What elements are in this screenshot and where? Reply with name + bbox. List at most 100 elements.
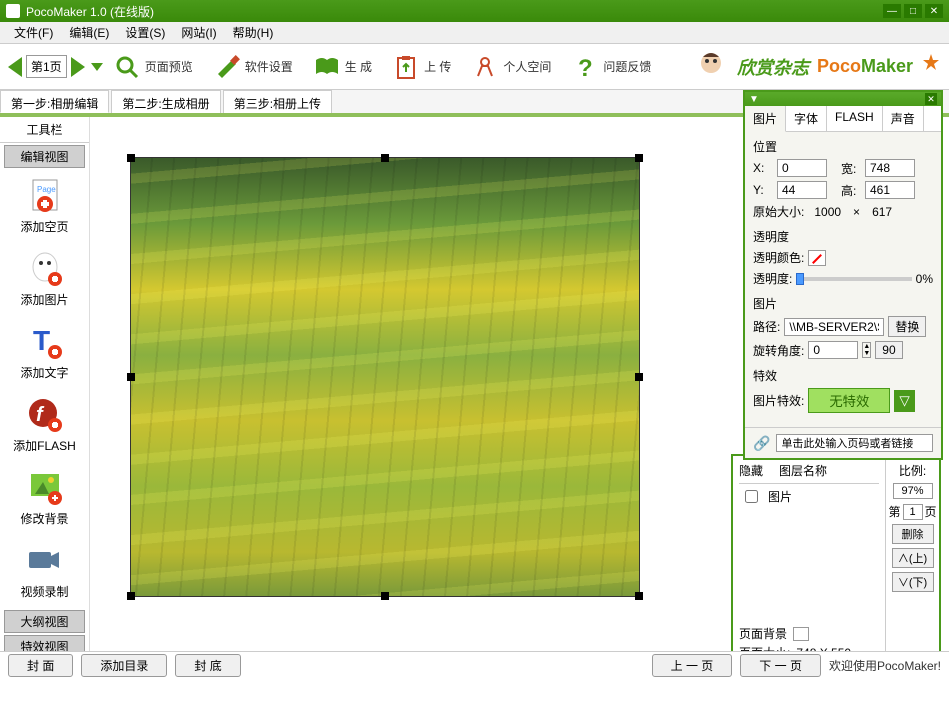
next-page-arrow-icon[interactable] [71,57,85,77]
sidebar-item-change-bg[interactable]: 修改背景 [0,462,89,535]
landscape-photo [131,158,639,596]
resize-handle-tm[interactable] [381,154,389,162]
sidebar-item-add-flash[interactable]: f 添加FLASH [0,389,89,462]
page-dropdown-icon[interactable] [91,63,103,71]
move-down-button[interactable]: ∨(下) [892,572,934,592]
layers-header: 隐藏 图层名称 [739,462,879,484]
props-close-button[interactable]: ✕ [925,93,937,105]
sidebar-item-add-text[interactable]: T 添加文字 [0,316,89,389]
sidebar-tab-outline-view[interactable]: 大纲视图 [4,610,85,633]
props-tab-sound[interactable]: 声音 [883,106,924,131]
effect-dropdown-icon[interactable]: ▽ [894,390,914,412]
camera-icon [25,543,65,579]
feedback-button[interactable]: ? 问题反馈 [561,53,661,81]
step-tab-1[interactable]: 第一步:相册编辑 [0,90,109,113]
add-toc-button[interactable]: 添加目录 [81,654,167,677]
cover-button[interactable]: 封 面 [8,654,73,677]
page-nav: 第1页 [8,55,103,78]
replace-button[interactable]: 替换 [888,316,926,337]
ratio-input[interactable] [893,483,933,499]
menu-help[interactable]: 帮助(H) [225,24,282,41]
maximize-button[interactable]: □ [904,4,922,18]
step-tab-3[interactable]: 第三步:相册上传 [223,90,332,113]
resize-handle-br[interactable] [635,592,643,600]
prev-page-button[interactable]: 上 一 页 [652,654,733,677]
resize-handle-tl[interactable] [127,154,135,162]
angle-input[interactable] [808,341,858,359]
props-tab-flash[interactable]: FLASH [827,106,883,131]
opacity-slider[interactable] [796,277,911,281]
move-up-button[interactable]: ∧(上) [892,548,934,568]
space-button[interactable]: 个人空间 [461,53,561,81]
menu-file[interactable]: 文件(F) [6,24,61,41]
settings-button[interactable]: 软件设置 [203,53,303,81]
step-tab-2[interactable]: 第二步:生成相册 [111,90,220,113]
generate-button[interactable]: 生 成 [303,53,382,81]
next-page-button[interactable]: 下 一 页 [740,654,821,677]
page-selector[interactable]: 第1页 [26,55,67,78]
layer-row[interactable]: 图片 [739,484,879,509]
canvas-image[interactable] [130,157,640,597]
book-icon [313,53,341,81]
brand-logo: PocoMaker [817,56,913,77]
sidebar-item-add-page[interactable]: Page 添加空页 [0,170,89,243]
width-input[interactable] [865,159,915,177]
layer-hide-checkbox[interactable] [745,490,758,503]
height-input[interactable] [865,181,915,199]
x-input[interactable] [777,159,827,177]
prev-page-arrow-icon[interactable] [8,57,22,77]
status-text: 欢迎使用PocoMaker! [829,657,941,674]
brand-area: 欣赏杂志 PocoMaker [693,49,941,85]
app-icon [6,4,20,18]
menu-settings[interactable]: 设置(S) [117,24,173,41]
sidebar: 工具栏 编辑视图 Page 添加空页 添加图片 T 添加文字 f 添加FLASH… [0,117,90,679]
resize-handle-bm[interactable] [381,592,389,600]
image-icon [25,251,65,287]
resize-handle-ml[interactable] [127,373,135,381]
image-section: 图片 路径: 替换 旋转角度: ▲▼ 90 [753,295,933,359]
props-tab-font[interactable]: 字体 [786,106,827,131]
resize-handle-bl[interactable] [127,592,135,600]
menu-edit[interactable]: 编辑(E) [61,24,117,41]
sidebar-item-add-image[interactable]: 添加图片 [0,243,89,316]
svg-text:?: ? [578,55,593,80]
props-panel-handle[interactable]: ▼ ✕ [745,92,941,106]
resize-handle-mr[interactable] [635,373,643,381]
sidebar-item-video-rec[interactable]: 视频录制 [0,535,89,608]
props-tab-image[interactable]: 图片 [745,106,786,132]
upload-button[interactable]: 上 传 [382,53,461,81]
text-icon: T [25,324,65,360]
rotate-90-button[interactable]: 90 [875,341,902,359]
angle-spinner[interactable]: ▲▼ [862,342,871,358]
minimize-button[interactable]: — [883,4,901,18]
sidebar-tab-edit-view[interactable]: 编辑视图 [4,145,85,168]
delete-button[interactable]: 删除 [892,524,934,544]
resize-handle-tr[interactable] [635,154,643,162]
props-tabs: 图片 字体 FLASH 声音 [745,106,941,132]
link-input[interactable] [776,434,933,452]
page-num-input[interactable] [903,504,923,520]
col-hide: 隐藏 [739,462,763,479]
window-title: PocoMaker 1.0 (在线版) [26,3,880,20]
mascot-icon [693,49,729,85]
transparent-color-swatch[interactable] [808,250,826,266]
chevron-down-icon: ▼ [749,94,759,105]
background-icon [25,470,65,506]
menu-website[interactable]: 网站(I) [173,24,224,41]
svg-text:T: T [33,325,50,356]
y-input[interactable] [777,181,827,199]
close-button[interactable]: ✕ [925,4,943,18]
magnifier-icon [113,53,141,81]
path-input[interactable] [784,318,884,336]
bg-color-swatch[interactable] [793,627,809,641]
back-cover-button[interactable]: 封 底 [175,654,240,677]
opacity-value: 0% [916,272,933,286]
link-section: 🔗 [745,427,941,458]
titlebar: PocoMaker 1.0 (在线版) — □ ✕ [0,0,949,22]
star-icon [921,52,941,82]
layers-controls: 比例: 第 页 删除 ∧(上) ∨(下) [885,456,939,667]
opacity-section: 透明度 透明颜色: 透明度: 0% [753,228,933,287]
menubar: 文件(F) 编辑(E) 设置(S) 网站(I) 帮助(H) [0,22,949,44]
effect-button[interactable]: 无特效 [808,388,890,413]
preview-button[interactable]: 页面预览 [103,53,203,81]
